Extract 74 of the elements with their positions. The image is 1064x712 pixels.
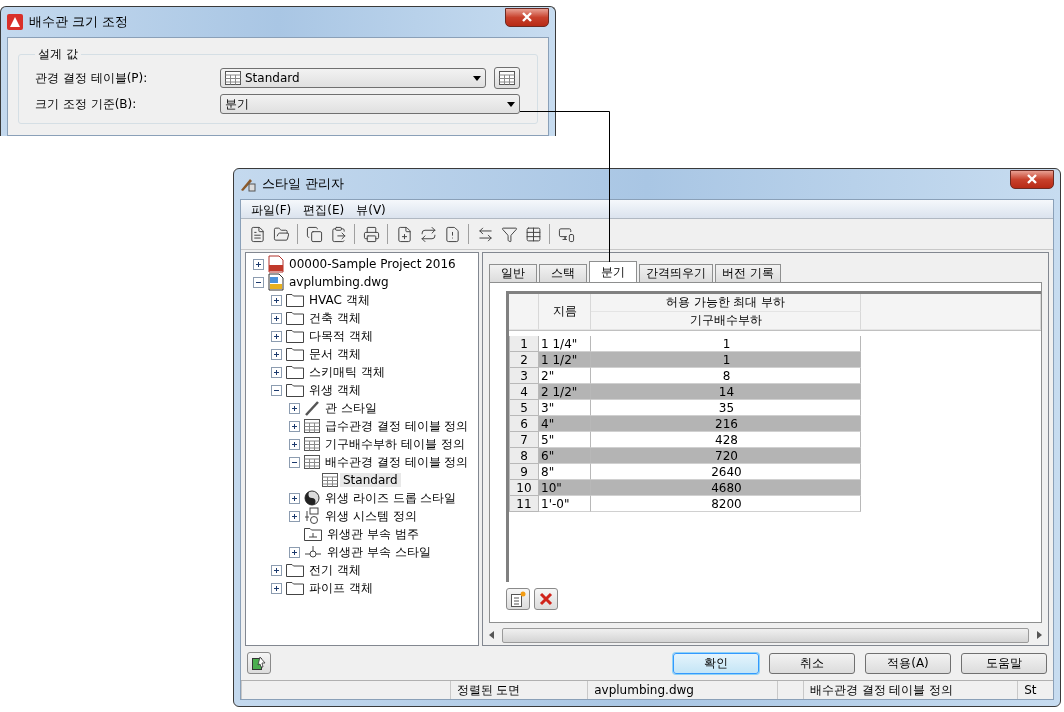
table-cell: 1 1/2" [539,352,591,368]
tree-item[interactable]: 00000-Sample Project 2016 [286,257,459,271]
window-title: 스타일 관리자 [262,175,346,193]
menu-item[interactable]: 뷰(V) [350,200,392,218]
tree-item[interactable]: 배수관경 결정 테이블 정의 [322,453,472,471]
table-cell: 8" [539,464,591,480]
field-label: 크기 조정 기준(B): [35,95,138,113]
column-header: 허용 가능한 최대 부하 [591,294,861,312]
table-cell: 4680 [591,480,861,496]
table-cell: 35 [591,400,861,416]
table-cell: 216 [591,416,861,432]
row-number: 11 [509,496,539,512]
table-cell: 8200 [591,496,861,512]
row-number: 1 [509,336,539,352]
column-header: 기구배수부하 [591,312,861,330]
table-cell: 6" [539,448,591,464]
status-field: 배수관경 결정 테이블 정의 [802,681,1018,699]
table-cell: 2640 [591,464,861,480]
tab[interactable]: 분기 [589,261,637,283]
column-header: 지름 [539,294,591,330]
tree-item[interactable]: 위생 객체 [306,381,364,399]
menu-item[interactable]: 편집(E) [297,200,351,218]
table-cell: 3" [539,400,591,416]
tree-item[interactable]: 전기 객체 [306,561,364,579]
window-title: 배수관 크기 조정 [29,13,130,31]
status-field: 정렬된 도면 [449,681,588,699]
tree-item[interactable]: 위생 시스템 정의 [322,507,420,525]
sizing-dropdown[interactable]: 분기 [220,94,520,114]
table-cell: 2" [539,368,591,384]
tree-item[interactable]: 건축 객체 [306,309,364,327]
table-cell: 1 [591,336,861,352]
dialog-button[interactable]: 도움말 [961,652,1047,674]
table-cell: 720 [591,448,861,464]
tree-item[interactable]: HVAC 객체 [306,291,373,309]
menu-item[interactable]: 파일(F) [245,200,298,218]
row-number: 3 [509,368,539,384]
row-number: 4 [509,384,539,400]
table-cell: 8 [591,368,861,384]
table-cell: 10" [539,480,591,496]
tree-item[interactable]: 스키매틱 객체 [306,363,388,381]
table-cell: 1'-0" [539,496,591,512]
dialog-button[interactable]: 적용(A) [865,652,951,674]
tree-item[interactable]: 위생관 부속 스타일 [324,543,434,561]
tree-item[interactable]: 급수관경 결정 테이블 정의 [322,417,472,435]
table-cell: 1 [591,352,861,368]
table-cell: 4" [539,416,591,432]
dialog-button[interactable]: 취소 [769,652,855,674]
table-cell: 1 1/4" [539,336,591,352]
table-cell: 2 1/2" [539,384,591,400]
tree-item[interactable]: 문서 객체 [306,345,364,363]
field-label: 관경 결정 테이블(P): [35,69,149,87]
row-number: 7 [509,432,539,448]
table-dropdown[interactable]: Standard [220,68,486,88]
status-field: St [1017,681,1053,699]
table-cell: 14 [591,384,861,400]
row-number: 9 [509,464,539,480]
tree-item[interactable]: 위생 라이즈 드롭 스타일 [322,489,460,507]
tree-item[interactable]: Standard [340,473,401,487]
tree-item[interactable]: 기구배수부하 테이블 정의 [322,435,468,453]
status-field: avplumbing.dwg [587,681,777,699]
tree-item[interactable]: 파이프 객체 [306,579,376,597]
row-number: 8 [509,448,539,464]
row-number: 5 [509,400,539,416]
tree-item[interactable]: 위생관 부속 범주 [324,525,422,543]
row-number: 10 [509,480,539,496]
table-cell: 5" [539,432,591,448]
tree-item[interactable]: 관 스타일 [322,399,380,417]
dialog-button[interactable]: 확인 [673,652,759,674]
tree-item[interactable]: avplumbing.dwg [286,275,392,289]
tree-item[interactable]: 다목적 객체 [306,327,376,345]
row-number: 2 [509,352,539,368]
table-cell: 428 [591,432,861,448]
group-title: 설계 값 [37,46,79,63]
row-number: 6 [509,416,539,432]
